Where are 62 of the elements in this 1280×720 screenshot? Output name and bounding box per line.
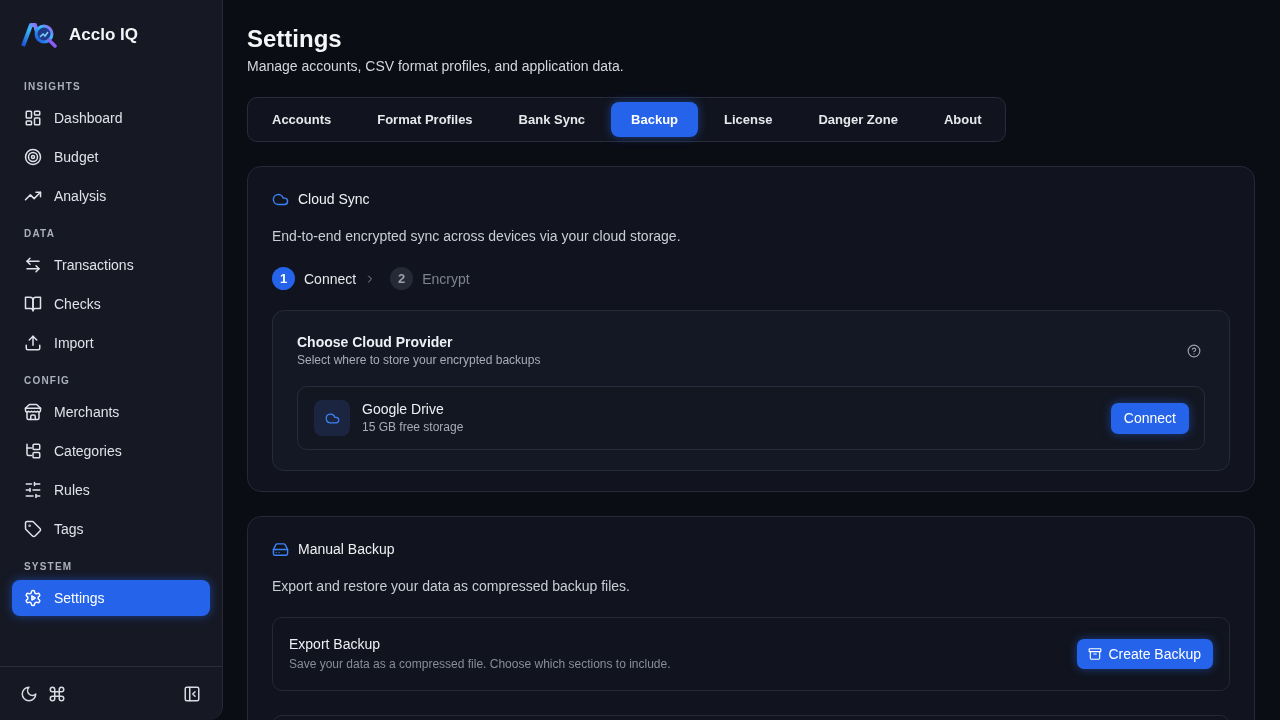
tab[interactable]: Bank Sync <box>498 102 606 137</box>
store-icon <box>24 403 42 421</box>
target-icon <box>24 148 42 166</box>
tab[interactable]: About <box>923 102 1002 137</box>
nav-item[interactable]: Budget <box>12 139 210 175</box>
sliders-icon <box>24 481 42 499</box>
tab[interactable]: License <box>704 102 793 137</box>
card-title: Cloud Sync <box>298 191 370 207</box>
tree-icon <box>24 442 42 460</box>
gear-icon <box>24 589 42 607</box>
tag-icon <box>24 520 42 538</box>
provider-detail: 15 GB free storage <box>362 420 464 435</box>
page-subtitle: Manage accounts, CSV format profiles, and application data. <box>247 57 625 76</box>
tab[interactable]: Accounts <box>252 102 352 137</box>
card-title: Manual Backup <box>298 541 395 557</box>
step-label: Connect <box>304 270 357 287</box>
theme-toggle-button[interactable] <box>20 684 38 703</box>
nav-item[interactable]: Checks <box>12 286 210 322</box>
section-heading: SYSTEM <box>23 560 73 574</box>
command-icon <box>48 684 66 703</box>
tab[interactable]: Danger Zone <box>798 102 918 137</box>
nav-item[interactable]: Merchants <box>12 394 210 430</box>
page-title: Settings <box>247 24 343 54</box>
step-number: 2 <box>390 267 414 290</box>
command-palette-button[interactable] <box>48 684 66 703</box>
help-icon[interactable] <box>1187 344 1201 358</box>
nav-item[interactable]: Import <box>12 325 210 361</box>
panel-subtitle: Select where to store your encrypted backups <box>297 353 541 368</box>
nav-item[interactable]: Categories <box>12 433 210 469</box>
panel-title: Choose Cloud Provider <box>297 334 453 351</box>
section-heading: INSIGHTS <box>23 80 81 94</box>
nav-item[interactable]: Rules <box>12 472 210 508</box>
section-heading: CONFIG <box>23 374 71 388</box>
step-label: Encrypt <box>422 270 470 287</box>
create-backup-button[interactable]: Create Backup <box>1077 639 1213 669</box>
hard-drive-icon <box>272 540 289 558</box>
moon-icon <box>20 684 38 703</box>
logo-icon <box>21 21 57 49</box>
tab[interactable]: Backup <box>611 102 699 137</box>
card-description: End-to-end encrypted sync across devices via your cloud storage. <box>272 227 682 246</box>
row-subtitle: Save your data as a compressed file. Choose which sections to include. <box>289 657 671 672</box>
nav-item[interactable]: Tags <box>12 511 210 547</box>
section-heading: DATA <box>23 227 56 241</box>
card-description: Export and restore your data as compressed backup files. <box>272 577 631 596</box>
book-icon <box>24 295 42 313</box>
row-title: Export Backup <box>289 636 381 653</box>
panel-collapse-icon <box>183 684 201 703</box>
dashboard-icon <box>24 109 42 127</box>
nav-item[interactable]: Transactions <box>12 247 210 283</box>
arrows-icon <box>24 256 42 274</box>
nav-item[interactable]: Settings <box>12 580 210 616</box>
app-name: Acclo IQ <box>69 25 138 45</box>
collapse-sidebar-button[interactable] <box>183 684 201 703</box>
cloud-icon <box>314 400 350 436</box>
nav-item[interactable]: Analysis <box>12 178 210 214</box>
nav-item[interactable]: Dashboard <box>12 100 210 136</box>
archive-icon <box>1088 647 1103 661</box>
connect-button[interactable]: Connect <box>1110 402 1189 434</box>
provider-name: Google Drive <box>362 401 444 418</box>
step-number: 1 <box>272 267 295 290</box>
upload-icon <box>24 334 42 352</box>
tab[interactable]: Format Profiles <box>357 102 493 137</box>
